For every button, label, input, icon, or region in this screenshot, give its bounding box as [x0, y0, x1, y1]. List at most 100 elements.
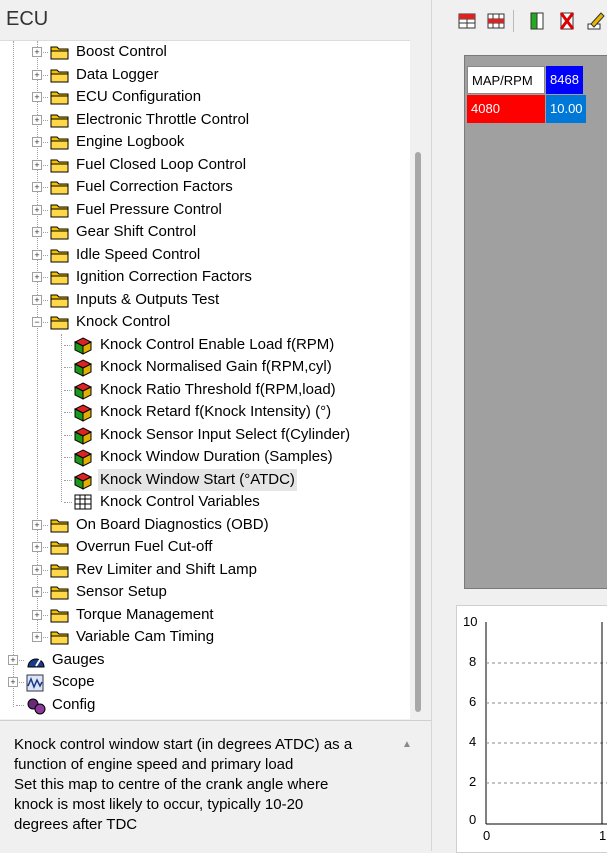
tree-item-label: Boost Control — [76, 43, 167, 60]
x-tick-label: 0 — [483, 828, 491, 843]
tree-item[interactable]: + Idle Speed Control — [0, 244, 410, 266]
description-panel: Knock control window start (in degrees A… — [0, 720, 431, 852]
tree-item[interactable]: + Gear Shift Control — [0, 221, 410, 243]
tree-item[interactable]: + Scope — [0, 671, 410, 693]
expand-icon[interactable]: + — [32, 159, 42, 170]
expand-icon[interactable]: + — [32, 272, 42, 282]
description-line: function of engine speed and primary loa… — [14, 756, 294, 773]
tree-item[interactable]: + Overrun Fuel Cut-off — [0, 536, 410, 558]
expand-icon[interactable]: + — [32, 587, 42, 597]
tree-item[interactable]: + Rev Limiter and Shift Lamp — [0, 559, 410, 581]
tree-item[interactable]: Knock Normalised Gain f(RPM,cyl) — [0, 356, 410, 378]
expand-icon[interactable]: + — [32, 249, 42, 260]
tree-item[interactable]: + Boost Control — [0, 41, 410, 63]
tree-item[interactable]: + Data Logger — [0, 64, 410, 86]
folder-icon — [50, 202, 69, 217]
tree-guide-line — [64, 502, 72, 503]
map-axis-cell[interactable]: 4080 — [467, 95, 545, 123]
insert-grid-icon[interactable] — [485, 10, 507, 32]
tree-guide-line — [64, 412, 72, 413]
expand-icon[interactable]: + — [32, 182, 42, 192]
panel-title: ECU — [6, 8, 49, 30]
tree-item[interactable]: + On Board Diagnostics (OBD) — [0, 514, 410, 536]
edit-pencil-icon[interactable] — [585, 10, 607, 32]
tree-item[interactable]: Knock Sensor Input Select f(Cylinder) — [0, 424, 410, 446]
tree-item[interactable]: + Inputs & Outputs Test — [0, 289, 410, 311]
expand-icon[interactable]: + — [32, 542, 42, 552]
tree-item-label: Ignition Correction Factors — [76, 268, 252, 285]
tree-scrollbar[interactable] — [410, 40, 431, 718]
tree-item[interactable]: + Ignition Correction Factors — [0, 266, 410, 288]
y-tick-label: 4 — [469, 734, 477, 749]
tree-item[interactable]: + Sensor Setup — [0, 581, 410, 603]
y-tick-label: 10 — [463, 614, 478, 629]
ecu-tree-panel: ECU + Boost Control + Data Logger + ECU Confi… — [0, 0, 431, 852]
y-tick-label: 8 — [469, 654, 477, 669]
tree-item-label: Overrun Fuel Cut-off — [76, 538, 213, 555]
map-cube-icon — [73, 336, 93, 355]
expand-icon[interactable]: + — [8, 654, 18, 665]
expand-icon[interactable]: + — [8, 677, 18, 687]
tree-item-label: Fuel Closed Loop Control — [76, 155, 247, 173]
tree-item[interactable]: Knock Window Start (°ATDC) — [0, 468, 410, 491]
tree-item[interactable]: + Fuel Correction Factors — [0, 176, 410, 198]
tree-item-label: Data Logger — [76, 65, 159, 83]
tree-item[interactable]: Knock Ratio Threshold f(RPM,load) — [0, 379, 410, 401]
tree-item[interactable]: Knock Window Duration (Samples) — [0, 446, 410, 468]
tree-guide-line — [64, 434, 72, 436]
tree-item[interactable]: + Fuel Closed Loop Control — [0, 154, 410, 176]
rpm-axis-cell[interactable]: 8468 — [546, 66, 583, 94]
tree-item[interactable]: − Knock Control — [0, 311, 410, 333]
tree-item[interactable]: Knock Control Enable Load f(RPM) — [0, 334, 410, 356]
map-cube-icon — [73, 404, 93, 422]
folder-icon — [50, 67, 69, 82]
expand-icon[interactable]: + — [32, 137, 42, 147]
folder-icon — [50, 539, 69, 555]
tree-item[interactable]: + Variable Cam Timing — [0, 626, 410, 648]
ecu-tree[interactable]: + Boost Control + Data Logger + ECU Configura… — [0, 40, 410, 719]
insert-row-icon[interactable] — [456, 10, 478, 32]
tree-item[interactable]: Knock Retard f(Knock Intensity) (°) — [0, 401, 410, 423]
tree-scrollbar-thumb[interactable] — [415, 152, 421, 712]
tree-item[interactable]: + Gauges — [0, 649, 410, 671]
tree-guide-line — [64, 367, 72, 368]
expand-icon[interactable]: + — [32, 632, 42, 642]
tree-item[interactable]: + Torque Management — [0, 604, 410, 626]
folder-icon — [50, 134, 69, 150]
tree-item[interactable]: Knock Control Variables — [0, 491, 410, 513]
config-gears-icon — [26, 697, 46, 714]
expand-icon[interactable]: + — [32, 564, 42, 575]
y-tick-label: 0 — [469, 812, 477, 827]
expand-icon[interactable]: + — [32, 47, 42, 57]
scope-icon — [26, 674, 44, 692]
tree-guide-line — [64, 344, 72, 346]
description-text: Knock control window start (in degrees A… — [14, 735, 394, 835]
map-cube-icon — [73, 381, 93, 400]
expand-icon[interactable]: + — [32, 114, 42, 125]
expand-icon[interactable]: + — [32, 92, 42, 102]
expand-icon[interactable]: + — [32, 69, 42, 80]
map-value-cell[interactable]: 10.00 — [546, 95, 586, 123]
expand-icon[interactable]: + — [32, 294, 42, 305]
map-graph: 10 8 6 4 2 0 0 1 — [456, 605, 607, 853]
delete-column-icon[interactable] — [556, 10, 578, 32]
tree-item-label: Knock Normalised Gain f(RPM,cyl) — [100, 358, 332, 375]
expand-icon[interactable]: + — [32, 609, 42, 620]
expand-icon[interactable]: + — [32, 519, 42, 530]
tree-item[interactable]: + Fuel Pressure Control — [0, 199, 410, 221]
tree-item-label: Fuel Pressure Control — [76, 200, 222, 218]
tree-item[interactable]: + Engine Logbook — [0, 131, 410, 153]
folder-icon — [50, 584, 69, 600]
tree-item-label: Fuel Correction Factors — [76, 178, 233, 195]
scroll-up-icon[interactable]: ▲ — [402, 739, 412, 750]
folder-icon — [50, 224, 69, 240]
tree-item[interactable]: Config — [0, 694, 410, 716]
tree-item[interactable]: + Electronic Throttle Control — [0, 109, 410, 131]
expand-icon[interactable]: + — [32, 227, 42, 237]
collapse-icon[interactable]: − — [32, 317, 42, 327]
folder-icon — [50, 607, 69, 622]
insert-column-icon[interactable] — [526, 10, 548, 32]
expand-icon[interactable]: + — [32, 204, 42, 215]
tree-item-label: Knock Window Start (°ATDC) — [98, 468, 297, 491]
tree-item[interactable]: + ECU Configuration — [0, 86, 410, 108]
